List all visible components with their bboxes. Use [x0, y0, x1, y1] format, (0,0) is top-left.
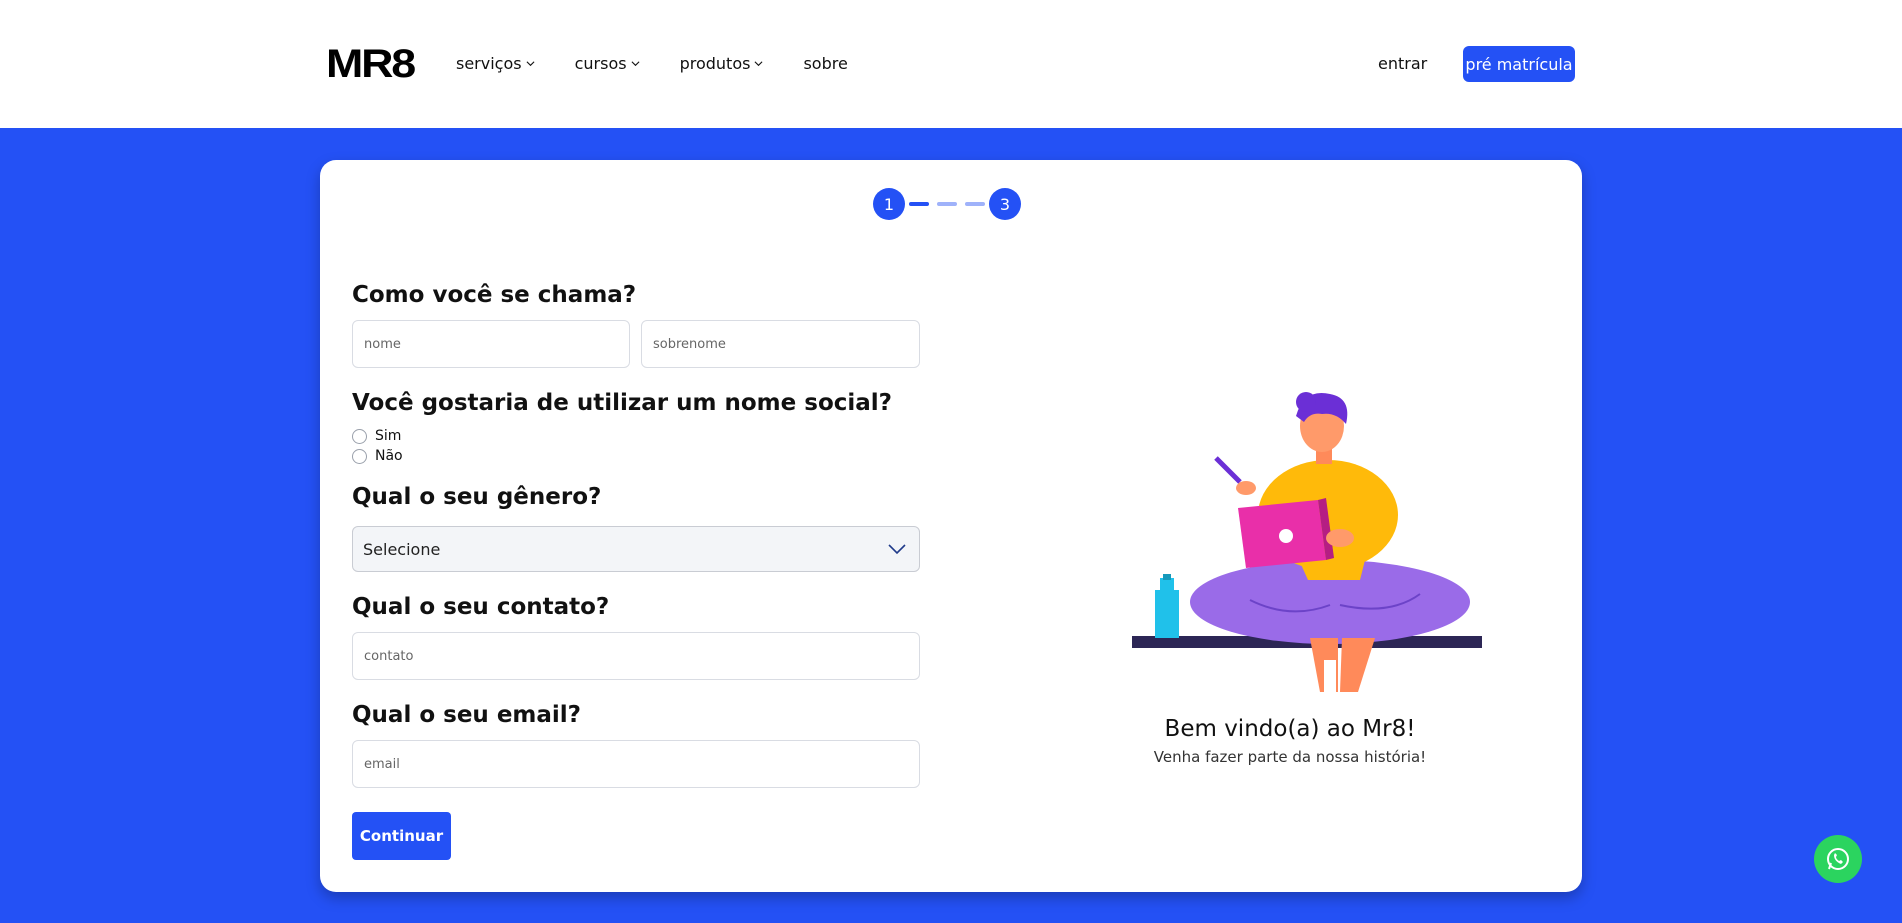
whatsapp-button[interactable]: [1814, 835, 1862, 883]
nav-item-label: produtos: [679, 54, 751, 73]
nav-item-label: cursos: [574, 54, 627, 73]
step-progress-dash: [937, 202, 957, 206]
nav-item-servicos[interactable]: serviços: [456, 54, 535, 73]
step-1-indicator: 1: [873, 188, 905, 220]
chevron-down-icon: [526, 61, 535, 67]
nav-item-produtos[interactable]: produtos: [680, 54, 764, 73]
chevron-down-icon: [631, 61, 640, 67]
step-progress-dash: [909, 202, 929, 206]
nav-item-sobre[interactable]: sobre: [803, 54, 847, 73]
gender-question: Qual o seu gênero?: [352, 484, 602, 510]
contact-question: Qual o seu contato?: [352, 594, 610, 620]
continue-button[interactable]: Continuar: [352, 812, 451, 860]
email-field[interactable]: [352, 740, 920, 788]
gender-select-value: Selecione: [363, 539, 441, 559]
form-card: 1 3 Como você se chama? Você gostaria de…: [320, 160, 1582, 892]
chevron-down-icon: [888, 544, 906, 555]
social-name-question: Você gostaria de utilizar um nome social…: [352, 390, 893, 416]
nav-item-cursos[interactable]: cursos: [575, 54, 640, 73]
name-question: Como você se chama?: [352, 282, 637, 308]
login-link[interactable]: entrar: [1378, 54, 1427, 73]
nav-item-label: serviços: [456, 54, 522, 73]
step-3-indicator: 3: [989, 188, 1021, 220]
welcome-title: Bem vindo(a) ao Mr8!: [1164, 716, 1416, 742]
radio-label: Sim: [375, 428, 402, 444]
nav-item-label: sobre: [803, 54, 848, 73]
logo[interactable]: MR8: [326, 44, 416, 84]
contact-field[interactable]: [352, 632, 920, 680]
pre-enrollment-button[interactable]: pré matrícula: [1463, 46, 1575, 82]
email-question: Qual o seu email?: [352, 702, 582, 728]
first-name-field[interactable]: [352, 320, 630, 368]
radio-label: Não: [375, 448, 403, 464]
main-nav: serviços cursos produtos sobre: [456, 54, 888, 73]
site-header: MR8 serviços cursos produtos sobre entra…: [0, 0, 1902, 128]
last-name-field[interactable]: [641, 320, 920, 368]
gender-select[interactable]: Selecione: [352, 526, 920, 572]
radio-button[interactable]: [352, 428, 367, 444]
whatsapp-icon: [1827, 848, 1849, 870]
student-illustration: [1132, 392, 1482, 696]
step-progress-dash: [965, 202, 985, 206]
radio-button[interactable]: [352, 448, 367, 464]
social-name-option-sim[interactable]: Sim: [352, 428, 401, 444]
welcome-subtitle: Venha fazer parte da nossa história!: [1153, 748, 1427, 766]
chevron-down-icon: [754, 61, 763, 67]
stepper: 1 3: [873, 188, 1021, 220]
social-name-option-nao[interactable]: Não: [352, 448, 403, 464]
